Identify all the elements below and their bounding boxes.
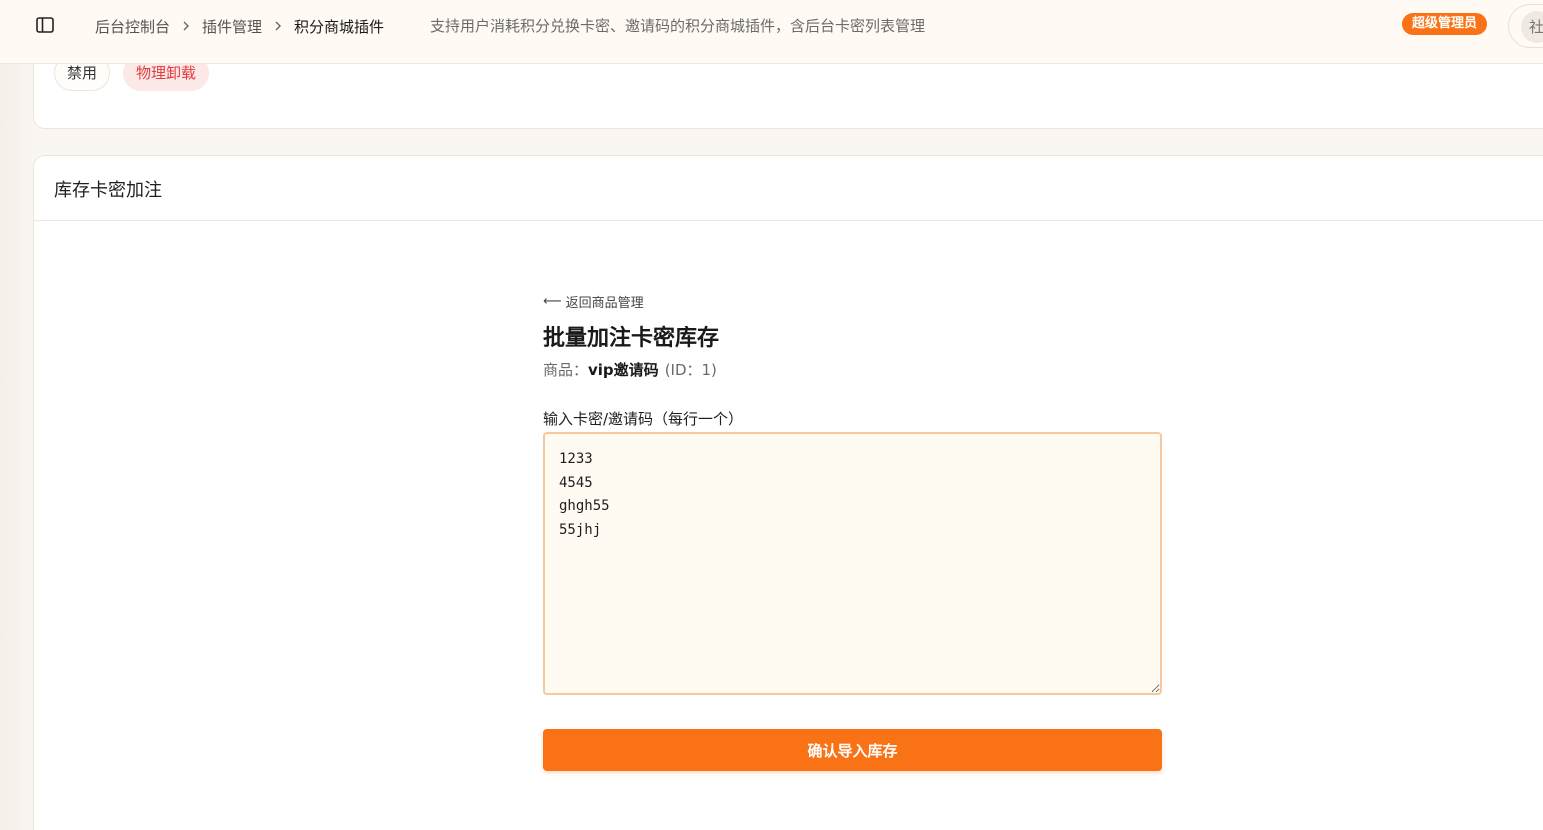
chevron-right-icon xyxy=(274,20,282,32)
breadcrumb: 后台控制台 插件管理 积分商城插件 xyxy=(95,14,384,38)
card-title: 库存卡密加注 xyxy=(54,180,162,201)
page: 后台控制台 插件管理 积分商城插件 支持用户消耗积分兑换卡密、邀请码的积分商城插… xyxy=(0,0,1543,830)
product-name: vip邀请码 xyxy=(588,361,659,379)
codes-textarea[interactable]: 1233 4545 ghgh55 55jhj xyxy=(543,432,1162,695)
page-description: 支持用户消耗积分兑换卡密、邀请码的积分商城插件，含后台卡密列表管理 xyxy=(430,17,926,35)
top-header: 后台控制台 插件管理 积分商城插件 支持用户消耗积分兑换卡密、邀请码的积分商城插… xyxy=(0,0,1543,64)
product-info: 商品：vip邀请码 (ID：1) xyxy=(543,358,1163,382)
form-title: 批量加注卡密库存 xyxy=(543,326,720,351)
back-link-label: 返回商品管理 xyxy=(565,295,644,311)
codes-field-label: 输入卡密/邀请码（每行一个） xyxy=(543,410,744,428)
user-menu[interactable]: 社 xyxy=(1508,4,1543,48)
divider xyxy=(34,220,1543,221)
breadcrumb-plugins[interactable]: 插件管理 xyxy=(202,16,262,37)
back-to-products-link[interactable]: ⟵ 返回商品管理 xyxy=(543,292,1163,311)
stock-refill-card: 库存卡密加注 ⟵ 返回商品管理 批量加注卡密库存 商品：vip邀请码 (ID：1)… xyxy=(33,155,1543,830)
breadcrumb-current: 积分商城插件 xyxy=(294,17,385,36)
breadcrumb-dashboard[interactable]: 后台控制台 xyxy=(95,16,170,37)
refill-form: ⟵ 返回商品管理 批量加注卡密库存 商品：vip邀请码 (ID：1) 输入卡密/邀… xyxy=(543,292,1163,771)
avatar[interactable]: 社 xyxy=(1521,11,1543,43)
sidebar-toggle-icon[interactable] xyxy=(36,17,54,33)
product-prefix: 商品： xyxy=(543,361,589,379)
role-badge: 超级管理员 xyxy=(1402,13,1488,35)
arrow-left-icon: ⟵ xyxy=(543,293,562,309)
confirm-import-button[interactable]: 确认导入库存 xyxy=(543,729,1162,771)
product-id: (ID：1) xyxy=(664,361,717,379)
chevron-right-icon xyxy=(182,20,190,32)
